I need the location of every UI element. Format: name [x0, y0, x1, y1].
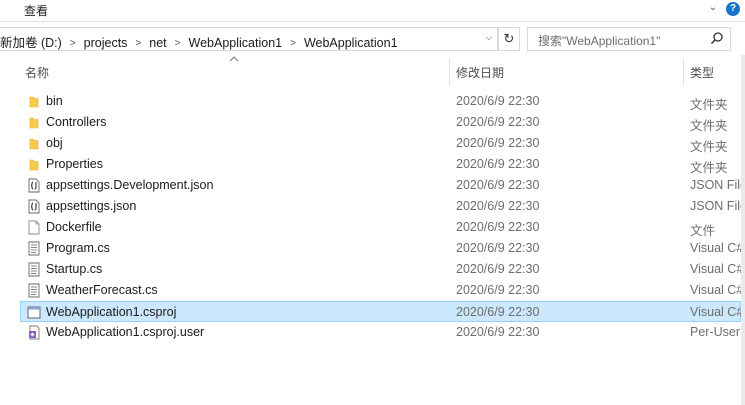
- file-modified: 2020/6/9 22:30: [456, 283, 540, 297]
- file-name: appsettings.Development.json: [46, 178, 214, 192]
- file-modified: 2020/6/9 22:30: [456, 94, 540, 108]
- file-modified: 2020/6/9 22:30: [456, 325, 540, 339]
- search-icon[interactable]: [710, 31, 724, 45]
- file-name: obj: [46, 136, 63, 150]
- file-name: Dockerfile: [46, 220, 102, 234]
- file-row[interactable]: Controllers 2020/6/9 22:30 文件夹: [20, 112, 741, 133]
- file-name: WeatherForecast.cs: [46, 283, 158, 297]
- file-modified: 2020/6/9 22:30: [456, 115, 540, 129]
- file-type: JSON File: [690, 178, 741, 192]
- breadcrumb-item[interactable]: 新加卷 (D:): [0, 32, 62, 51]
- window-file-icon: [27, 305, 41, 320]
- file-row[interactable]: Startup.cs 2020/6/9 22:30 Visual C#: [20, 259, 741, 280]
- file-row[interactable]: WebApplication1.csproj 2020/6/9 22:30 Visu…: [20, 301, 741, 322]
- vs-user-file-icon: [27, 325, 41, 340]
- chevron-right-icon[interactable]: >: [175, 38, 181, 49]
- column-header-name[interactable]: 名称: [25, 64, 49, 81]
- chevron-right-icon[interactable]: >: [70, 38, 76, 49]
- chevron-down-icon[interactable]: ⌄: [707, 2, 719, 14]
- file-modified: 2020/6/9 22:30: [456, 220, 540, 234]
- file-name: bin: [46, 94, 63, 108]
- file-type: 文件夹: [690, 140, 728, 154]
- file-type: Visual C#: [690, 283, 741, 297]
- help-icon[interactable]: ?: [726, 2, 740, 16]
- folder-icon: [27, 136, 41, 151]
- file-name: appsettings.json: [46, 199, 137, 213]
- file-row[interactable]: Properties 2020/6/9 22:30 文件夹: [20, 154, 741, 175]
- search-placeholder: 搜索"WebApplication1": [538, 34, 661, 48]
- text-file-icon: [27, 283, 41, 298]
- file-name: WebApplication1.csproj: [46, 305, 177, 319]
- file-type: Visual C#: [690, 305, 741, 319]
- file-type: Visual C#: [690, 262, 741, 276]
- folder-icon: [27, 115, 41, 130]
- file-name: Properties: [46, 157, 103, 171]
- file-modified: 2020/6/9 22:30: [456, 305, 540, 319]
- text-file-icon: [27, 241, 41, 256]
- address-bar[interactable]: 新加卷 (D:) > projects > net > WebApplication1 > We…: [0, 27, 498, 51]
- folder-icon: [27, 157, 41, 172]
- file-type: 文件夹: [690, 98, 728, 112]
- json-file-icon: [27, 199, 41, 214]
- file-row[interactable]: bin 2020/6/9 22:30 文件夹: [20, 91, 741, 112]
- file-type: 文件夹: [690, 119, 728, 133]
- file-row[interactable]: appsettings.Development.json 2020/6/9 22:…: [20, 175, 741, 196]
- navigation-bar: 新加卷 (D:) > projects > net > WebApplication1 > We…: [0, 26, 745, 52]
- refresh-icon[interactable]: ↻: [498, 27, 520, 51]
- breadcrumb-item[interactable]: net: [149, 36, 166, 50]
- column-header-modified[interactable]: 修改日期: [456, 64, 504, 81]
- file-name: Controllers: [46, 115, 107, 129]
- file-row[interactable]: Program.cs 2020/6/9 22:30 Visual C#: [20, 238, 741, 259]
- breadcrumb-item[interactable]: projects: [84, 36, 128, 50]
- file-type: 文件: [690, 224, 716, 238]
- file-row[interactable]: appsettings.json 2020/6/9 22:30 JSON File: [20, 196, 741, 217]
- file-type: Visual C#: [690, 241, 741, 255]
- file-modified: 2020/6/9 22:30: [456, 157, 540, 171]
- file-modified: 2020/6/9 22:30: [456, 241, 540, 255]
- blank-file-icon: [27, 220, 41, 235]
- file-row[interactable]: WeatherForecast.cs 2020/6/9 22:30 Visual C…: [20, 280, 741, 301]
- file-type: Per-User: [690, 325, 741, 339]
- chevron-right-icon[interactable]: >: [135, 38, 141, 49]
- column-divider[interactable]: [683, 58, 684, 86]
- breadcrumb-item[interactable]: WebApplication1: [304, 36, 398, 50]
- folder-icon: [27, 94, 41, 109]
- file-row[interactable]: WebApplication1.csproj.user 2020/6/9 22:3…: [20, 322, 741, 343]
- file-modified: 2020/6/9 22:30: [456, 262, 540, 276]
- vertical-scrollbar[interactable]: [741, 55, 745, 405]
- file-modified: 2020/6/9 22:30: [456, 136, 540, 150]
- file-name: WebApplication1.csproj.user: [46, 325, 205, 339]
- file-modified: 2020/6/9 22:30: [456, 199, 540, 213]
- breadcrumb: 新加卷 (D:) > projects > net > WebApplication1 > We…: [0, 32, 398, 51]
- search-input[interactable]: 搜索"WebApplication1": [527, 27, 731, 51]
- ribbon-bar: 查看 ⌄ ?: [0, 0, 745, 22]
- file-modified: 2020/6/9 22:30: [456, 178, 540, 192]
- address-dropdown-icon[interactable]: ⌵: [483, 32, 495, 46]
- json-file-icon: [27, 178, 41, 193]
- file-type: JSON File: [690, 199, 741, 213]
- breadcrumb-item[interactable]: WebApplication1: [189, 36, 283, 50]
- file-name: Program.cs: [46, 241, 110, 255]
- tab-view[interactable]: 查看: [24, 2, 48, 19]
- text-file-icon: [27, 262, 41, 277]
- file-name: Startup.cs: [46, 262, 103, 276]
- column-divider[interactable]: [449, 58, 450, 86]
- chevron-right-icon[interactable]: >: [290, 38, 296, 49]
- file-row[interactable]: obj 2020/6/9 22:30 文件夹: [20, 133, 741, 154]
- file-type: 文件夹: [690, 161, 728, 175]
- column-header-type[interactable]: 类型: [690, 64, 714, 81]
- sort-ascending-icon: [229, 56, 239, 62]
- file-row[interactable]: Dockerfile 2020/6/9 22:30 文件: [20, 217, 741, 238]
